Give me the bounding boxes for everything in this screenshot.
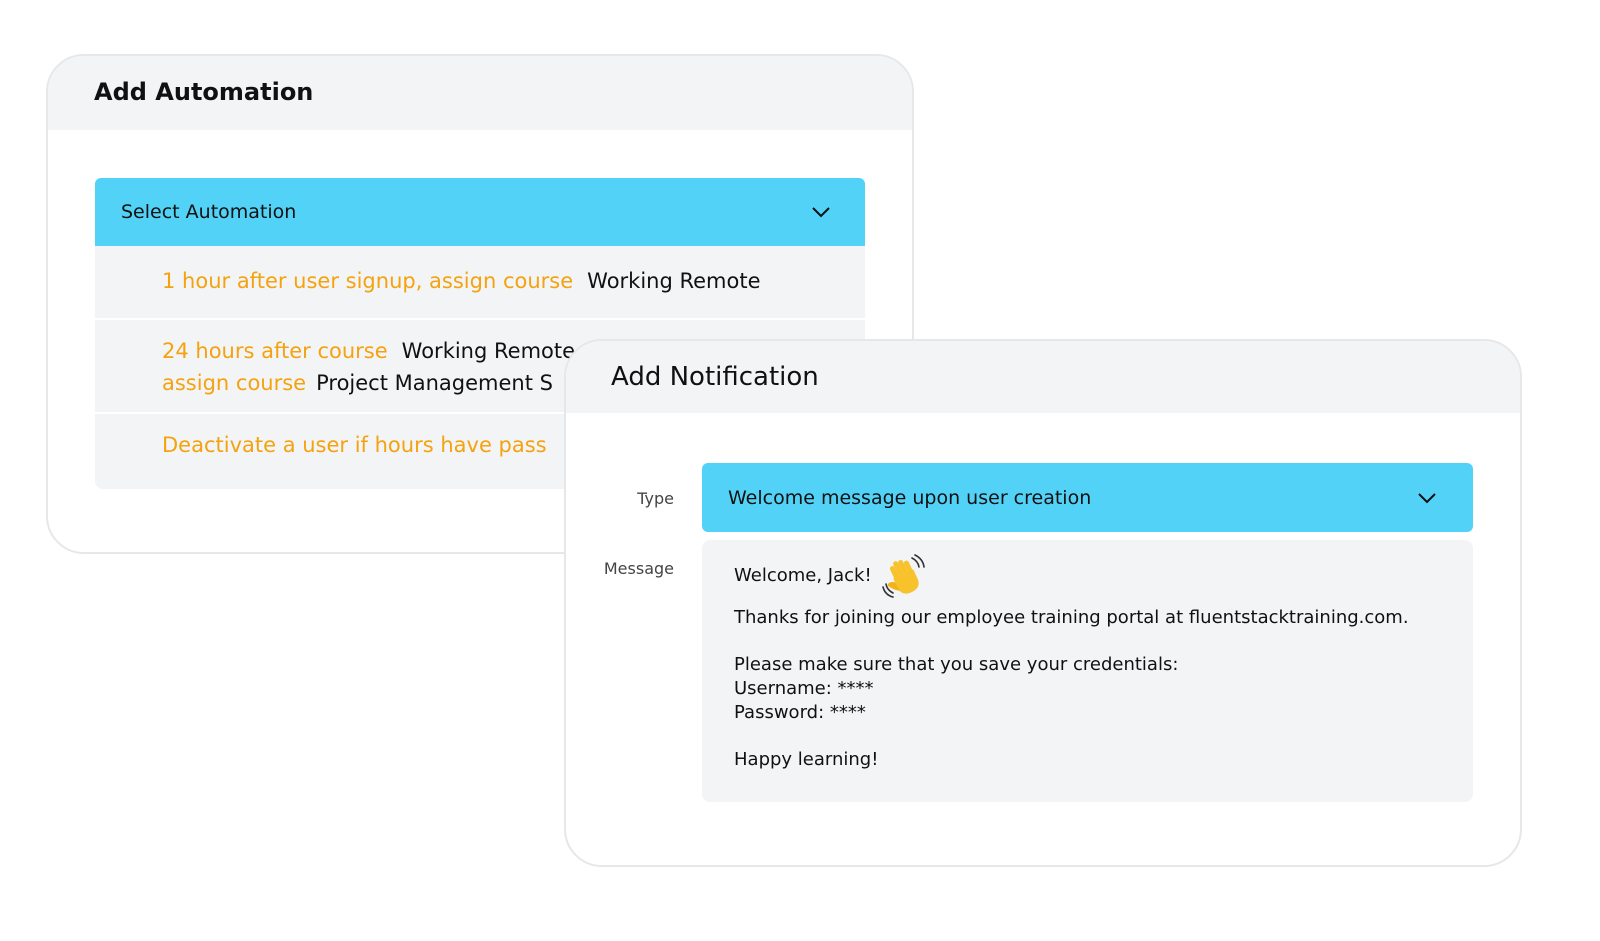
notification-card-header: Add Notification	[566, 341, 1520, 413]
automation-card-title: Add Automation	[94, 78, 314, 106]
add-notification-card: Add Notification Type Welcome message up…	[564, 339, 1522, 867]
waving-hand-icon	[881, 554, 925, 598]
greeting-row: Welcome, Jack!	[734, 554, 1473, 598]
automation-card-header: Add Automation	[48, 56, 912, 130]
message-field-label: Message	[603, 559, 674, 578]
message-line: Password: ****	[734, 702, 866, 723]
select-automation-label: Select Automation	[121, 201, 297, 223]
message-line: Happy learning!	[734, 749, 879, 770]
chevron-down-icon	[1418, 492, 1436, 503]
option-course-name: Project Management S	[316, 371, 553, 395]
message-spacer	[734, 725, 1473, 748]
message-textarea[interactable]: Welcome, Jack! Thanks for joining our em…	[702, 540, 1473, 802]
message-line: Username: ****	[734, 678, 874, 699]
chevron-down-icon	[812, 207, 830, 218]
message-line: Thanks for joining our employee training…	[734, 607, 1409, 628]
option-course-name: Working Remote	[587, 269, 761, 293]
notification-card-title: Add Notification	[611, 362, 819, 392]
select-automation-dropdown[interactable]: Select Automation	[95, 178, 865, 246]
message-greeting: Welcome, Jack!	[734, 565, 872, 586]
option-trigger-text: 24 hours after course	[162, 339, 388, 363]
option-course-name: Working Remote	[401, 339, 576, 363]
option-trigger-text: 1 hour after user signup, assign course	[162, 269, 574, 293]
option-action-text: assign course	[162, 371, 307, 395]
type-field-label: Type	[637, 489, 674, 508]
stage: Add Automation Select Automation 1 hour …	[0, 0, 1600, 941]
message-spacer	[734, 630, 1473, 653]
automation-option[interactable]: 1 hour after user signup, assign course W…	[95, 246, 865, 320]
notification-type-value: Welcome message upon user creation	[728, 486, 1092, 509]
message-line: Please make sure that you save your cred…	[734, 654, 1179, 675]
notification-type-dropdown[interactable]: Welcome message upon user creation	[702, 463, 1473, 532]
option-trigger-text: Deactivate a user if hours have pass	[162, 433, 547, 457]
